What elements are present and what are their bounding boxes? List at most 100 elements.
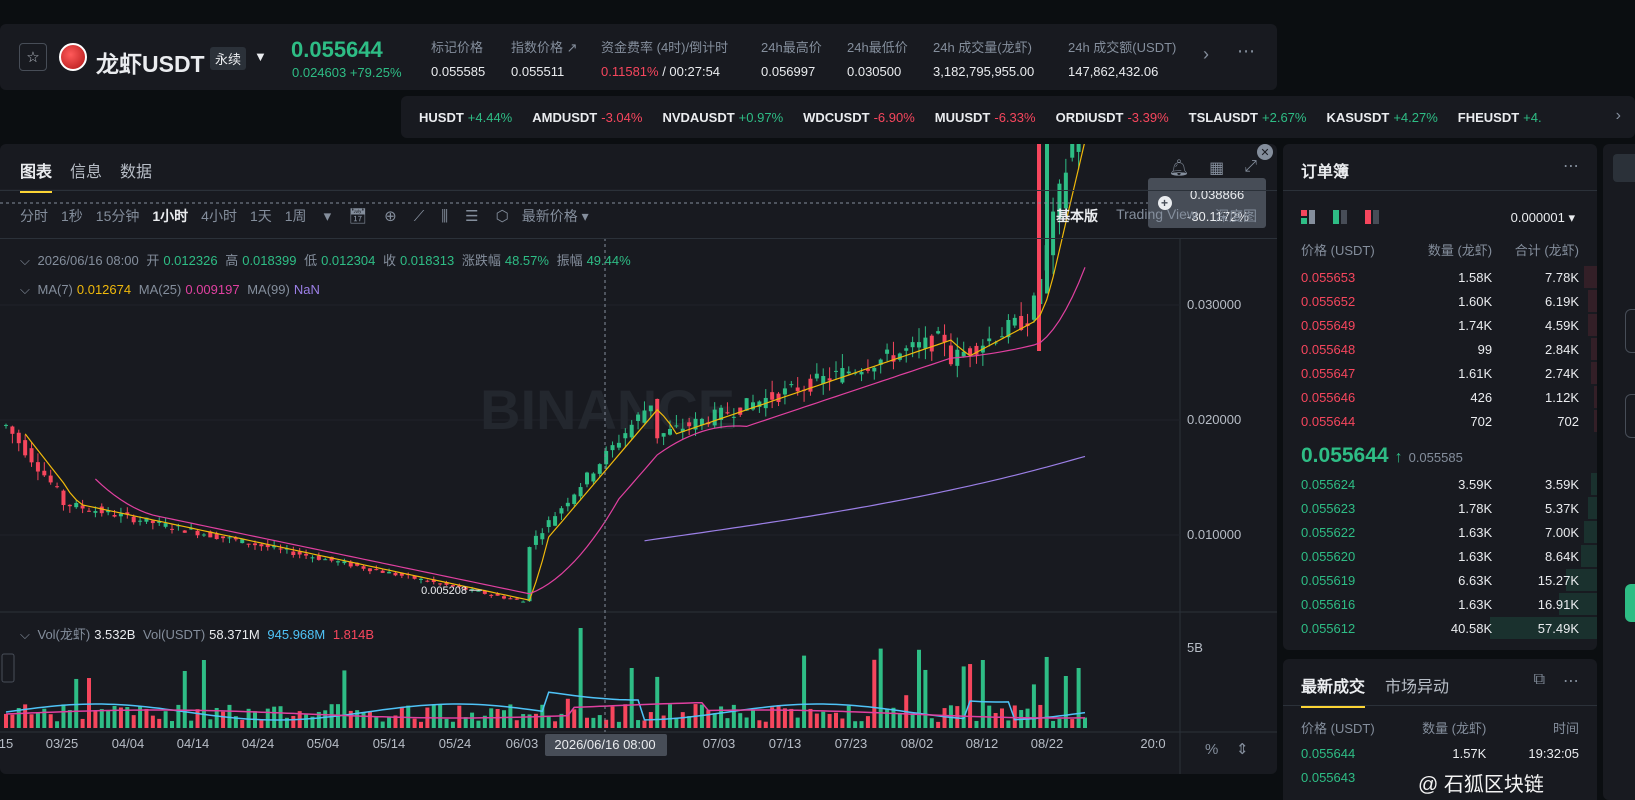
time-tick-label: 05/04 bbox=[307, 736, 340, 751]
bid-row[interactable]: 0.055622 1.63K 7.00K bbox=[1283, 520, 1597, 544]
ma-legend: ⌵ MA(7) 0.012674 MA(25) 0.009197 MA(99) NaN bbox=[20, 282, 320, 297]
interval-1d[interactable]: 1天 bbox=[250, 206, 272, 226]
bid-row[interactable]: 0.055624 3.59K 3.59K bbox=[1283, 472, 1597, 496]
tab-info[interactable]: 信息 bbox=[70, 158, 102, 193]
view-basic[interactable]: 基本版 bbox=[1056, 206, 1098, 226]
candle-body bbox=[367, 568, 372, 572]
candle-body bbox=[374, 569, 379, 571]
trade-row: 0.055644 1.57K 19:32:05 bbox=[1301, 745, 1580, 761]
ticker-item[interactable]: MUUSDT -6.33% bbox=[935, 110, 1036, 125]
quantity-input[interactable] bbox=[1625, 394, 1635, 438]
interval-1h[interactable]: 1小时 bbox=[152, 206, 188, 226]
volume-bar bbox=[1057, 718, 1062, 728]
ticker-item[interactable]: AMDUSDT -3.04% bbox=[532, 110, 642, 125]
time-tick-label: 07/03 bbox=[703, 736, 736, 751]
chevron-right-icon[interactable]: › bbox=[1203, 44, 1209, 65]
candle-type-icon[interactable]: ⫼ bbox=[441, 208, 448, 225]
fullscreen-icon[interactable]: ⤢ bbox=[1244, 158, 1257, 178]
ticker-item[interactable]: KASUSDT +4.27% bbox=[1326, 110, 1437, 125]
add-circle-icon[interactable]: ⊕ bbox=[384, 207, 397, 225]
ask-row[interactable]: 0.055646 426 1.12K bbox=[1283, 385, 1597, 409]
candle-body bbox=[1012, 317, 1017, 326]
volume-bar bbox=[782, 708, 787, 728]
candle-body bbox=[316, 555, 321, 560]
volume-bar bbox=[438, 704, 443, 728]
candle-body bbox=[227, 537, 232, 539]
bell-icon[interactable]: 🔔︎ bbox=[1169, 158, 1189, 178]
ask-row[interactable]: 0.055648 99 2.84K bbox=[1283, 337, 1597, 361]
precision-select[interactable]: 0.000001 ▾ bbox=[1511, 210, 1575, 226]
depth-bar bbox=[1590, 473, 1597, 495]
volume-bar bbox=[859, 721, 864, 728]
tab-recent-trades[interactable]: 最新成交 bbox=[1301, 673, 1366, 708]
buy-button[interactable] bbox=[1625, 584, 1635, 622]
indicator-icon[interactable]: ⟋ bbox=[414, 208, 425, 225]
candle-body bbox=[840, 368, 845, 383]
bid-row[interactable]: 0.055623 1.78K 5.37K bbox=[1283, 496, 1597, 520]
ask-row[interactable]: 0.055653 1.58K 7.78K bbox=[1283, 265, 1597, 289]
price-input[interactable] bbox=[1625, 309, 1635, 353]
symbol-dropdown-icon[interactable]: ▼ bbox=[254, 49, 267, 64]
orderbook-title: 订单簿 bbox=[1301, 164, 1350, 181]
shield-icon[interactable]: ⬡ bbox=[496, 207, 509, 225]
chevron-down-icon[interactable]: ▾ bbox=[324, 207, 332, 225]
tab-data[interactable]: 数据 bbox=[120, 158, 152, 193]
depth-bar bbox=[1587, 497, 1597, 519]
ticker-item[interactable]: HUSDT +4.44% bbox=[419, 110, 512, 125]
bid-row[interactable]: 0.055612 40.58K 57.49K bbox=[1283, 616, 1597, 640]
order-type-tab[interactable] bbox=[1613, 154, 1635, 182]
view-depth[interactable]: 深度图 bbox=[1215, 206, 1257, 226]
candle-body bbox=[923, 337, 928, 349]
candle-body bbox=[597, 464, 602, 474]
interval-time[interactable]: 分时 bbox=[20, 206, 48, 226]
tab-market-movers[interactable]: 市场异动 bbox=[1385, 673, 1449, 708]
bid-row[interactable]: 0.055616 1.63K 16.91K bbox=[1283, 592, 1597, 616]
candle-body bbox=[936, 331, 941, 334]
orderbook-mid-price[interactable]: 0.055644 ↑ 0.055585 bbox=[1301, 444, 1463, 468]
book-asks-icon[interactable] bbox=[1365, 210, 1379, 224]
interval-1w[interactable]: 1周 bbox=[285, 206, 307, 226]
volume-bar bbox=[412, 718, 417, 728]
more-icon[interactable]: ⋯ bbox=[1237, 41, 1256, 62]
tab-chart[interactable]: 图表 bbox=[20, 158, 53, 193]
popout-icon[interactable]: ⧉ bbox=[1534, 671, 1545, 691]
scroll-left-handle[interactable] bbox=[1, 653, 15, 683]
ask-row[interactable]: 0.055649 1.74K 4.59K bbox=[1283, 313, 1597, 337]
ob-col-qty: 数量 (龙虾) bbox=[1427, 243, 1493, 258]
view-tradingview[interactable]: Trading View bbox=[1116, 206, 1197, 226]
volume-bar bbox=[99, 709, 104, 728]
layout-grid-icon[interactable]: ▦ bbox=[1209, 158, 1224, 178]
more-icon[interactable]: ⋯ bbox=[1563, 671, 1579, 691]
ask-row[interactable]: 0.055647 1.61K 2.74K bbox=[1283, 361, 1597, 385]
more-icon[interactable]: ⋯ bbox=[1563, 156, 1579, 176]
chevron-right-icon[interactable]: › bbox=[1616, 107, 1621, 125]
settings-sliders-icon[interactable]: ☰ bbox=[465, 207, 478, 225]
low-annotation: 0.005208 bbox=[421, 585, 467, 597]
stat-index-price[interactable]: 指数价格 ↗ 0.055511 bbox=[511, 37, 578, 79]
book-bids-icon[interactable] bbox=[1333, 210, 1347, 224]
bid-row[interactable]: 0.055620 1.63K 8.64K bbox=[1283, 544, 1597, 568]
volume-bar bbox=[265, 708, 270, 728]
ask-row[interactable]: 0.055644 702 702 bbox=[1283, 409, 1597, 433]
ask-row[interactable]: 0.055652 1.60K 6.19K bbox=[1283, 289, 1597, 313]
ticker-item[interactable]: FHEUSDT +4. bbox=[1458, 110, 1542, 125]
candle-body bbox=[591, 473, 596, 482]
volume-bar bbox=[814, 713, 819, 728]
ticker-item[interactable]: ORDIUSDT -3.39% bbox=[1056, 110, 1169, 125]
bid-row[interactable]: 0.055619 6.63K 15.27K bbox=[1283, 568, 1597, 592]
candle-body bbox=[789, 384, 794, 386]
favorite-star-icon[interactable]: ☆ bbox=[19, 43, 47, 71]
interval-15m[interactable]: 15分钟 bbox=[96, 206, 140, 226]
ticker-item[interactable]: NVDAUSDT +0.97% bbox=[662, 110, 783, 125]
price-type-select[interactable]: 最新价格 ▾ bbox=[522, 206, 589, 226]
ticker-item[interactable]: TSLAUSDT +2.67% bbox=[1189, 110, 1307, 125]
candle-body bbox=[246, 543, 251, 545]
book-both-icon[interactable] bbox=[1301, 210, 1315, 224]
interval-4h[interactable]: 4小时 bbox=[201, 206, 237, 226]
calendar-icon[interactable]: 📅︎ bbox=[348, 207, 367, 225]
interval-1s[interactable]: 1秒 bbox=[61, 206, 83, 226]
symbol-name[interactable]: 龙虾USDT bbox=[96, 45, 205, 79]
close-icon[interactable]: ✕ bbox=[1257, 144, 1273, 160]
ticker-item[interactable]: WDCUSDT -6.90% bbox=[803, 110, 915, 125]
volume-bar bbox=[795, 717, 800, 728]
